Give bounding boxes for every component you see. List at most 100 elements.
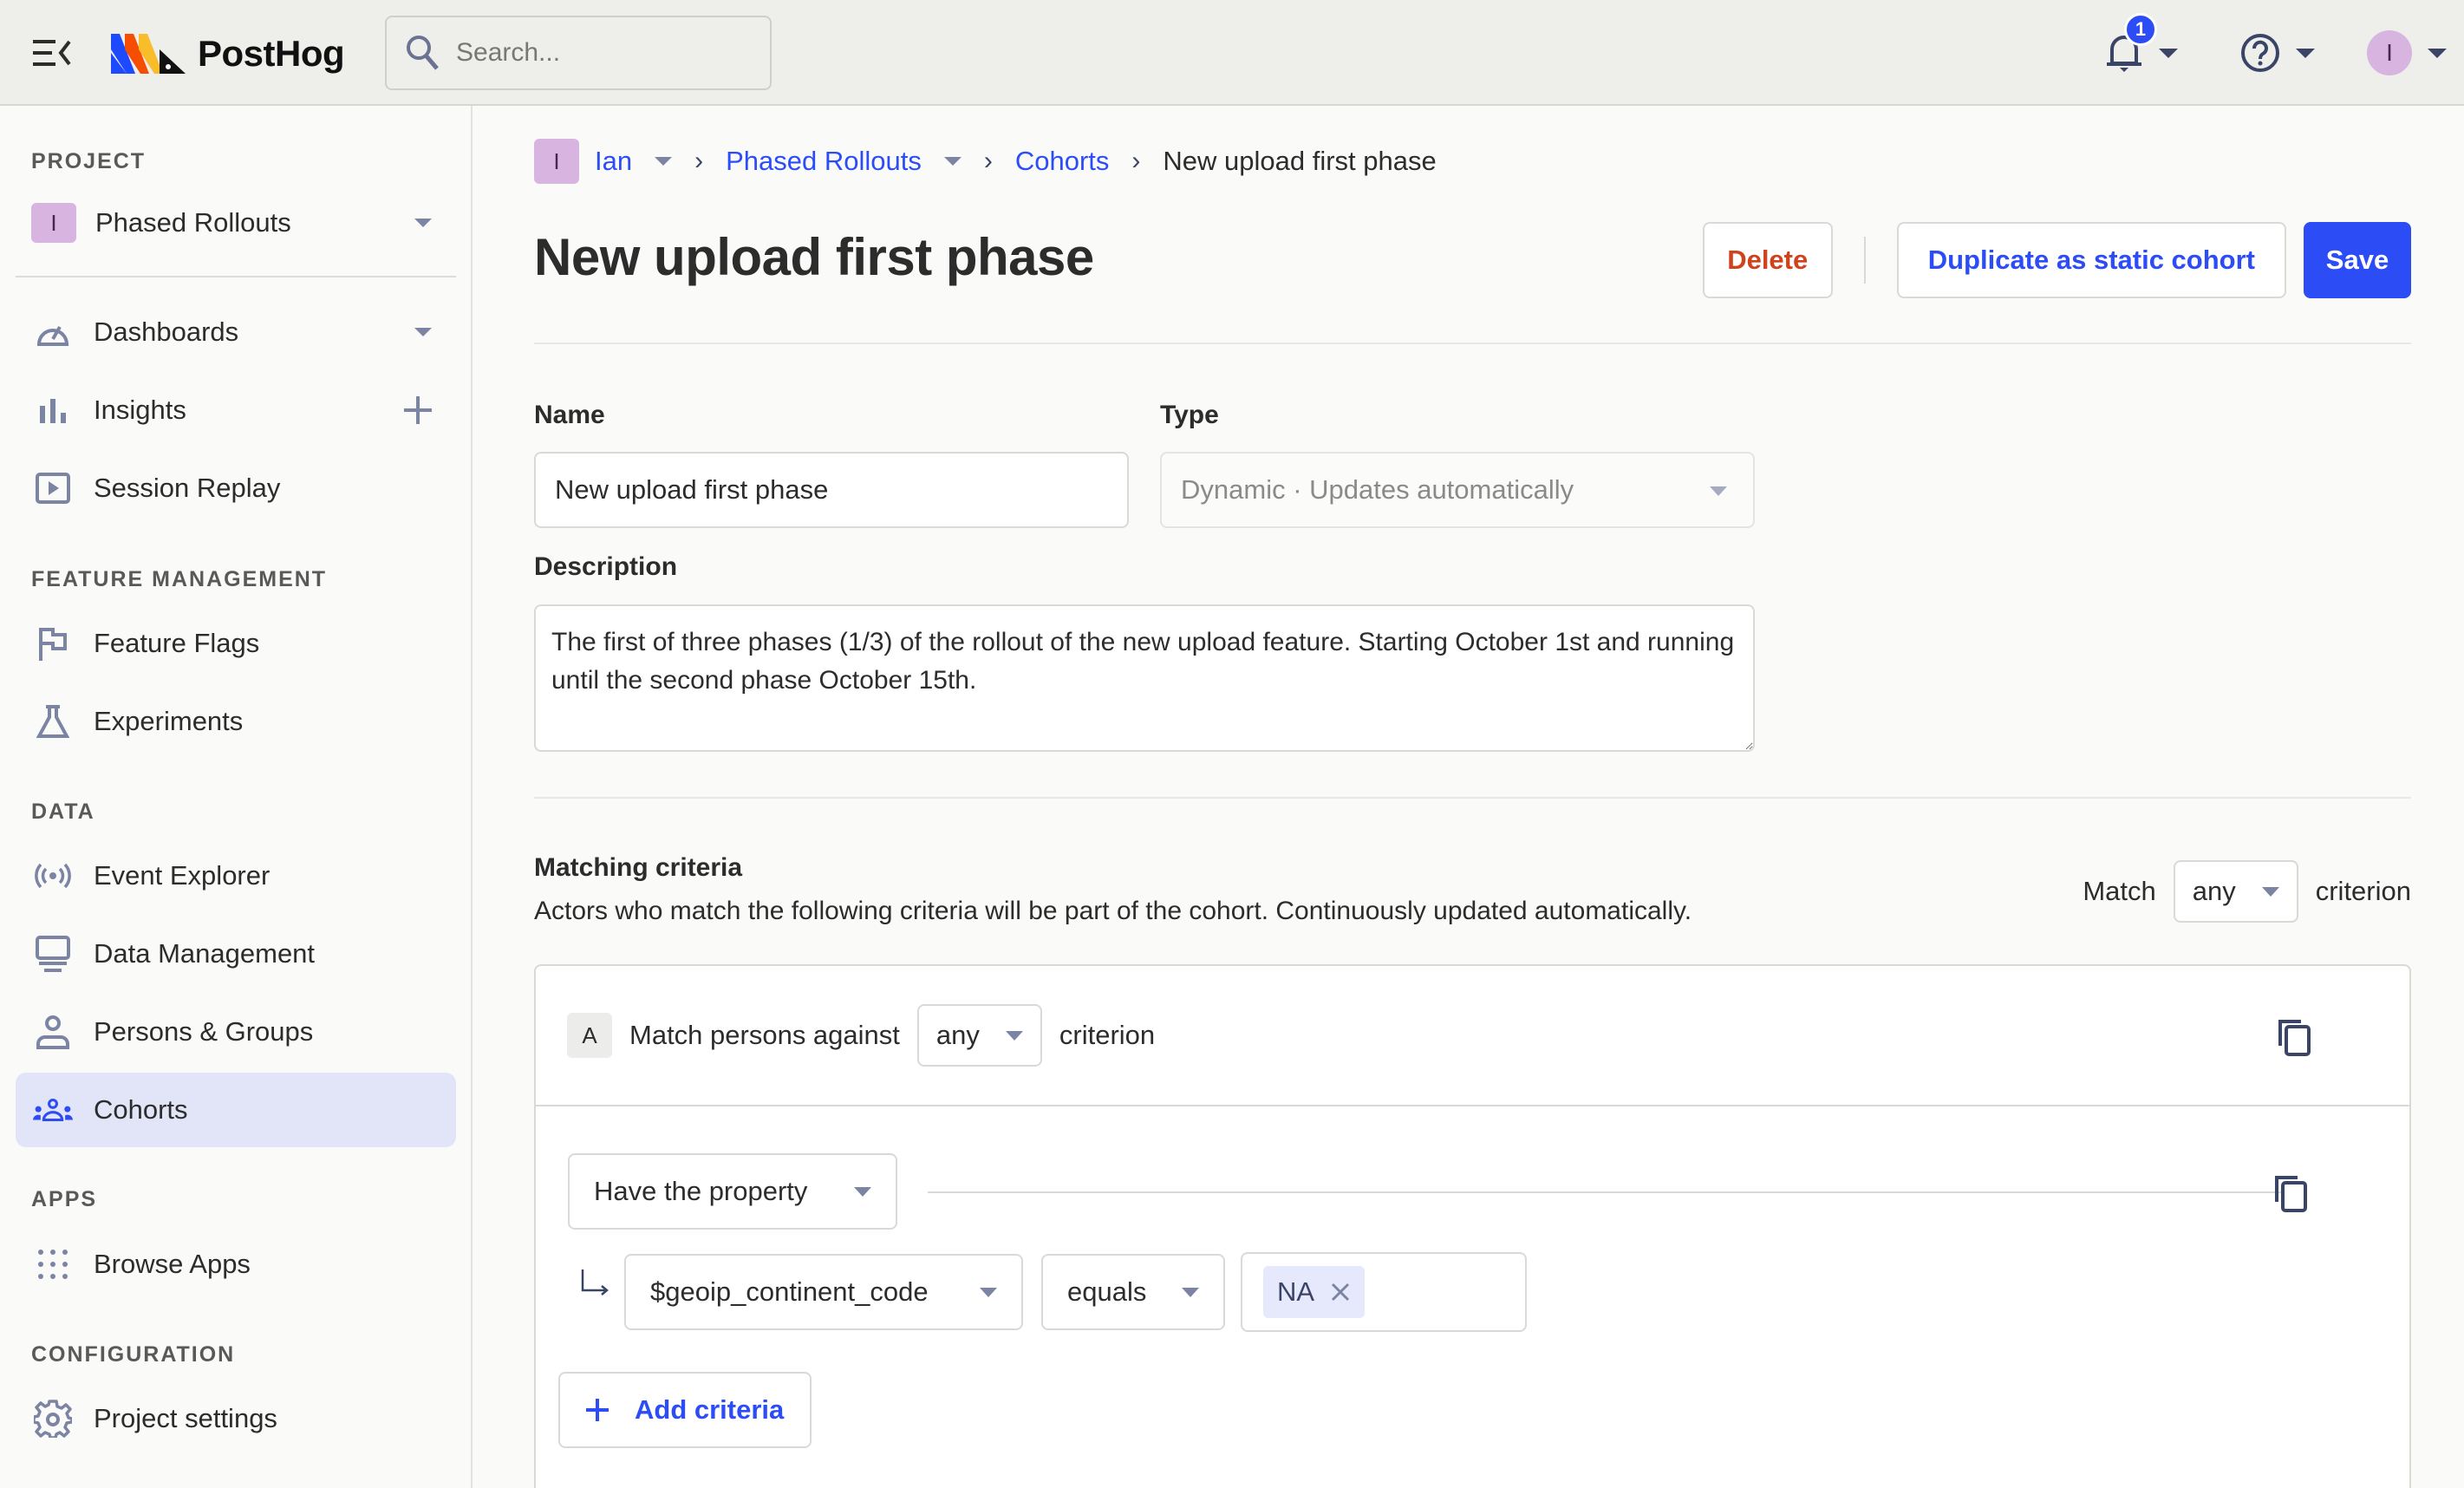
add-criteria-button[interactable]: Add criteria [558, 1372, 812, 1448]
type-select[interactable]: Dynamic · Updates automatically [1160, 452, 1755, 528]
name-label: Name [534, 401, 605, 429]
name-input[interactable] [534, 452, 1129, 528]
avatar: I [2367, 30, 2412, 75]
chevron-down-icon [1182, 1287, 1199, 1297]
match-suffix: criterion [2315, 876, 2411, 906]
sidebar-item-feature-flags[interactable]: Feature Flags [16, 606, 456, 681]
chevron-down-icon [414, 219, 432, 227]
sidebar-item-label: Cohorts [94, 1094, 188, 1125]
sidebar-item-browse-apps[interactable]: Browse Apps [16, 1227, 456, 1302]
main-content: I Ian › Phased Rollouts › Cohorts › New … [474, 106, 2464, 1488]
type-label: Type [1160, 401, 1219, 429]
person-icon [33, 1012, 73, 1052]
criteria-group-header: A Match persons against any criterion [536, 966, 2409, 1106]
search-input[interactable] [456, 38, 751, 68]
page-actions: Delete Duplicate as static cohort Save [1702, 222, 2411, 298]
plus-icon [586, 1399, 609, 1421]
monitor-icon [33, 934, 73, 974]
menu-collapse-icon[interactable] [33, 38, 73, 68]
sidebar-item-label: Project settings [94, 1403, 277, 1433]
criterion-divider-line [928, 1191, 2284, 1193]
chevron-down-icon [2428, 48, 2447, 58]
sidebar-divider [16, 276, 456, 277]
remove-value-icon[interactable] [1330, 1282, 1351, 1302]
user-menu-button[interactable]: I [2367, 30, 2447, 75]
chevron-down-icon [2296, 48, 2315, 58]
description-textarea[interactable]: The first of three phases (1/3) of the r… [534, 604, 1755, 752]
sidebar-item-insights[interactable]: Insights [16, 373, 456, 447]
chevron-down-icon [854, 1186, 871, 1197]
match-any-select[interactable]: any [2173, 860, 2298, 923]
section-project: PROJECT [31, 149, 147, 173]
sidebar-item-label: Event Explorer [94, 860, 271, 891]
chevron-right-icon: › [694, 147, 704, 175]
posthog-logo[interactable]: PostHog [111, 31, 345, 76]
sidebar-item-dashboards[interactable]: Dashboards [16, 295, 456, 369]
brand-name: PostHog [198, 33, 345, 74]
type-select-value: Dynamic · Updates automatically [1181, 474, 1574, 505]
value-input[interactable]: NA [1241, 1252, 1527, 1332]
value-chip-label: NA [1277, 1276, 1315, 1307]
hedgehog-logo-icon [111, 34, 186, 74]
grid-dots-icon [33, 1244, 73, 1284]
chevron-down-icon[interactable] [655, 157, 673, 166]
sidebar-item-project-settings[interactable]: Project settings [16, 1381, 456, 1456]
section-data: DATA [31, 799, 95, 824]
sidebar-item-cohorts[interactable]: Cohorts [16, 1073, 456, 1147]
duplicate-criterion-icon[interactable] [2272, 1172, 2311, 1212]
top-bar: PostHog 1 I [0, 0, 2464, 106]
chevron-right-icon: › [1131, 147, 1141, 175]
match-prefix: Match [2083, 876, 2156, 906]
chevron-down-icon [1005, 1030, 1023, 1041]
sidebar-item-experiments[interactable]: Experiments [16, 684, 456, 759]
criterion-type-select[interactable]: Have the property [568, 1153, 897, 1230]
sub-arrow-icon [581, 1269, 609, 1295]
sidebar-item-persons-groups[interactable]: Persons & Groups [16, 995, 456, 1069]
duplicate-group-icon[interactable] [2275, 1016, 2315, 1056]
sidebar-item-label: Data Management [94, 938, 316, 969]
chevron-down-icon[interactable] [414, 328, 432, 336]
plus-icon[interactable] [404, 396, 432, 424]
property-select[interactable]: $geoip_continent_code [624, 1254, 1023, 1330]
operator-select[interactable]: equals [1041, 1254, 1225, 1330]
chevron-down-icon [980, 1287, 997, 1297]
sidebar-item-data-management[interactable]: Data Management [16, 917, 456, 991]
sidebar-item-label: Session Replay [94, 473, 281, 503]
operator-value: equals [1067, 1276, 1147, 1307]
project-avatar: I [31, 203, 76, 243]
project-name: Phased Rollouts [95, 207, 291, 238]
search-box[interactable] [385, 16, 772, 90]
delete-button[interactable]: Delete [1702, 222, 1833, 298]
bar-chart-icon [33, 390, 73, 430]
breadcrumb: I Ian › Phased Rollouts › Cohorts › New … [534, 137, 1437, 186]
search-icon [407, 36, 439, 70]
sidebar-item-label: Feature Flags [94, 628, 260, 658]
breadcrumb-org[interactable]: Ian [595, 146, 632, 177]
sidebar-item-event-explorer[interactable]: Event Explorer [16, 839, 456, 913]
chevron-right-icon: › [983, 147, 993, 175]
sidebar-item-label: Experiments [94, 706, 244, 736]
people-icon [33, 1090, 73, 1130]
description-label: Description [534, 552, 678, 581]
group-match-value: any [935, 1020, 980, 1050]
sidebar-item-session-replay[interactable]: Session Replay [16, 451, 456, 525]
chevron-down-icon [2159, 48, 2178, 58]
sidebar-item-label: Insights [94, 395, 186, 425]
match-selector: Match any criterion [2083, 860, 2411, 923]
add-criteria-label: Add criteria [635, 1394, 785, 1425]
matching-criteria-description: Actors who match the following criteria … [534, 897, 1692, 925]
breadcrumb-current: New upload first phase [1163, 146, 1437, 176]
save-button[interactable]: Save [2304, 222, 2411, 298]
property-value: $geoip_continent_code [650, 1276, 929, 1307]
broadcast-icon [33, 856, 73, 896]
help-button[interactable] [2240, 33, 2315, 73]
play-square-icon [33, 468, 73, 508]
breadcrumb-project[interactable]: Phased Rollouts [726, 146, 922, 177]
duplicate-static-cohort-button[interactable]: Duplicate as static cohort [1896, 222, 2286, 298]
notifications-button[interactable]: 1 [2105, 13, 2178, 74]
breadcrumb-cohorts[interactable]: Cohorts [1015, 146, 1110, 177]
group-match-select[interactable]: any [916, 1004, 1042, 1067]
chevron-down-icon[interactable] [943, 157, 961, 166]
sidebar: PROJECT I Phased Rollouts Dashboards Ins… [0, 106, 473, 1488]
project-switcher[interactable]: I Phased Rollouts [16, 186, 456, 260]
